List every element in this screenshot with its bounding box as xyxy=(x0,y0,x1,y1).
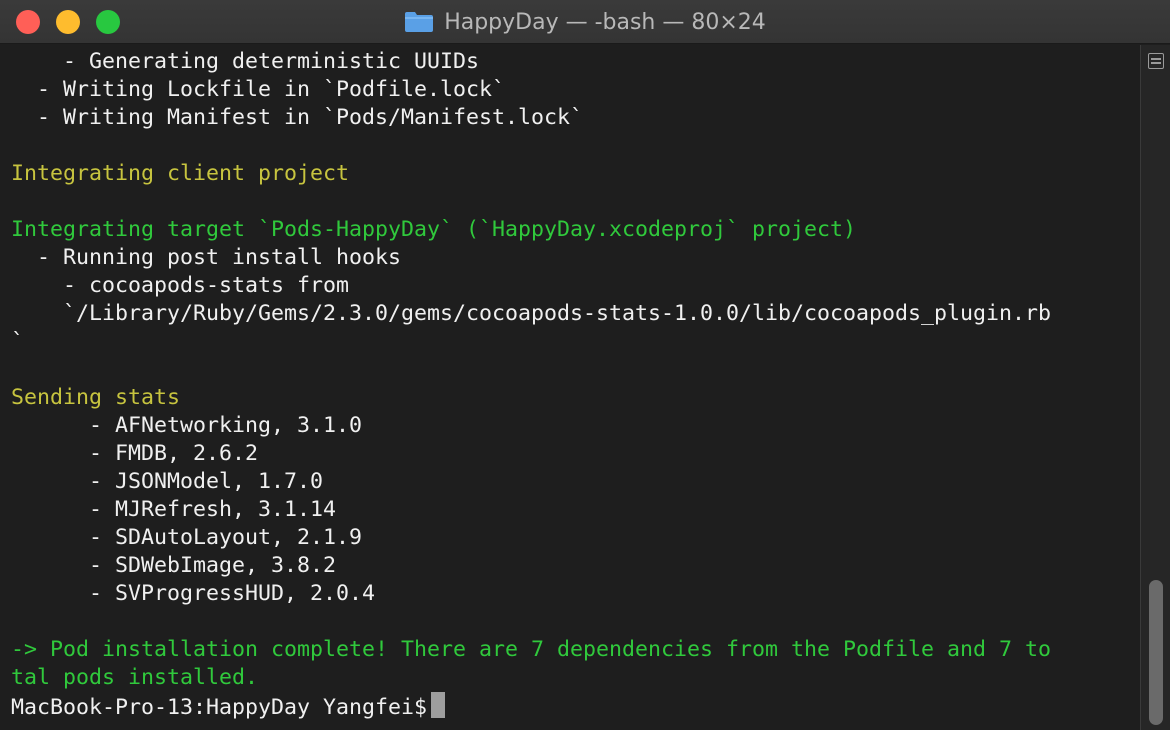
terminal-line: - Writing Manifest in `Pods/Manifest.loc… xyxy=(11,105,584,130)
terminal-line: - Writing Lockfile in `Podfile.lock` xyxy=(11,77,506,102)
window-title-area: HappyDay — -bash — 80×24 xyxy=(0,0,1170,44)
terminal-line: Sending stats xyxy=(11,385,181,410)
terminal-line: - Running post install hooks xyxy=(11,245,402,270)
vertical-scrollbar[interactable] xyxy=(1140,45,1170,730)
terminal-line: - JSONModel, 1.7.0 xyxy=(11,469,324,494)
terminal-line: - cocoapods-stats from xyxy=(11,273,350,298)
title-bar[interactable]: HappyDay — -bash — 80×24 xyxy=(0,0,1170,44)
terminal-line: - SVProgressHUD, 2.0.4 xyxy=(11,581,376,606)
prompt-line[interactable]: MacBook-Pro-13:HappyDay Yangfei$ xyxy=(11,692,1140,720)
terminal-line: - Generating deterministic UUIDs xyxy=(11,49,480,74)
terminal-line: - MJRefresh, 3.1.14 xyxy=(11,497,337,522)
terminal-line: -> Pod installation complete! There are … xyxy=(11,637,1052,662)
terminal-line: - FMDB, 2.6.2 xyxy=(11,441,259,466)
folder-icon xyxy=(404,11,434,33)
scrollbar-thumb[interactable] xyxy=(1149,580,1163,725)
text-cursor xyxy=(431,692,446,718)
terminal-line: - SDWebImage, 3.8.2 xyxy=(11,553,337,578)
terminal-line: - SDAutoLayout, 2.1.9 xyxy=(11,525,363,550)
terminal-line: `/Library/Ruby/Gems/2.3.0/gems/cocoapods… xyxy=(11,301,1052,326)
shell-prompt: MacBook-Pro-13:HappyDay Yangfei$ xyxy=(11,695,428,720)
terminal-window: HappyDay — -bash — 80×24 - Generating de… xyxy=(0,0,1170,730)
terminal-line: - AFNetworking, 3.1.0 xyxy=(11,413,363,438)
split-pane-icon[interactable] xyxy=(1148,53,1164,69)
terminal-output[interactable]: - Generating deterministic UUIDs - Writi… xyxy=(0,45,1140,730)
terminal-line: tal pods installed. xyxy=(11,665,259,690)
window-title: HappyDay — -bash — 80×24 xyxy=(444,9,766,35)
terminal-line: Integrating client project xyxy=(11,161,350,186)
terminal-line: Integrating target `Pods-HappyDay` (`Hap… xyxy=(11,217,857,242)
terminal-line: ` xyxy=(11,329,25,354)
